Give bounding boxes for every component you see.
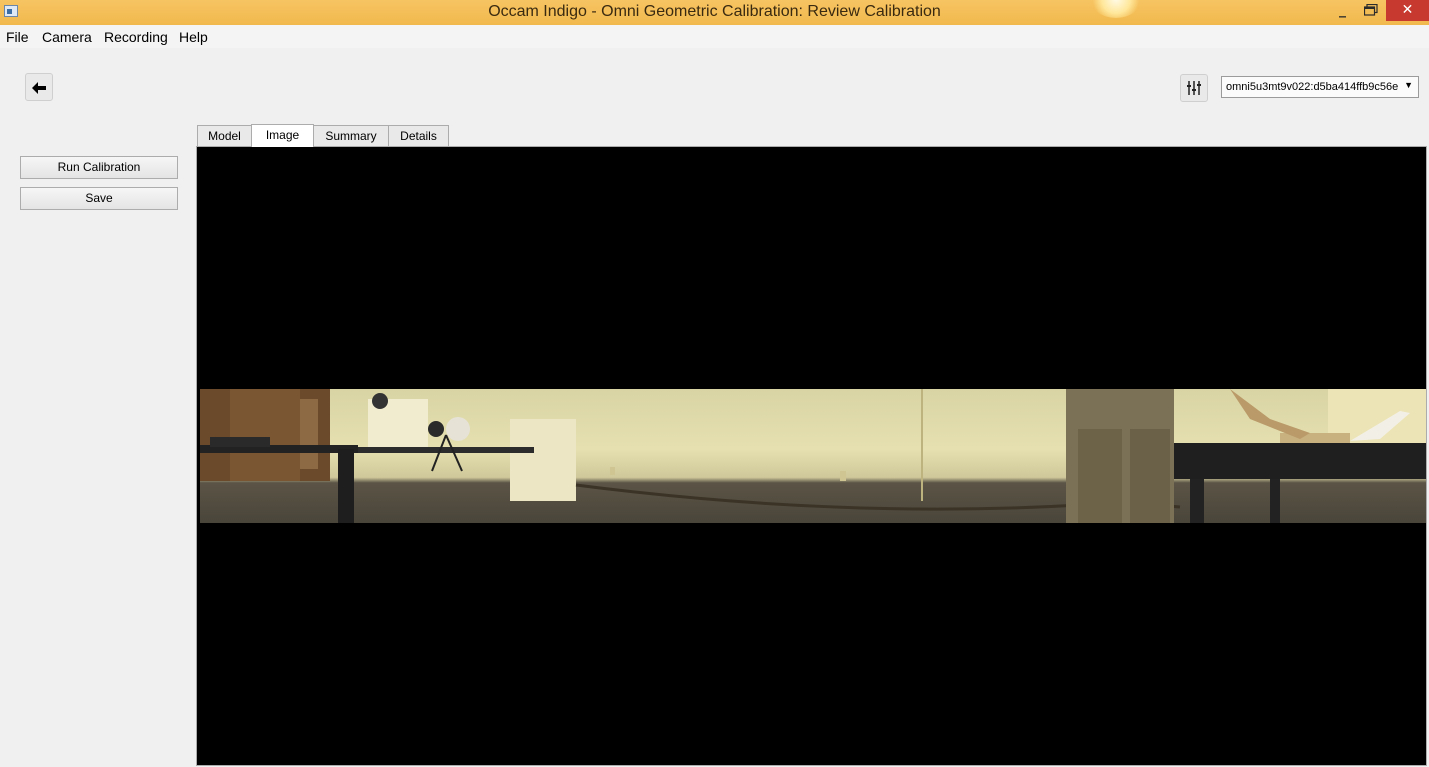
device-select[interactable]: omni5u3mt9v022:d5ba414ffb9c56e ▼ xyxy=(1221,76,1419,98)
panorama-image xyxy=(200,389,1426,523)
run-calibration-button[interactable]: Run Calibration xyxy=(20,156,178,179)
arrow-left-icon xyxy=(32,79,46,98)
sliders-icon xyxy=(1187,81,1201,95)
menu-help[interactable]: Help xyxy=(179,29,208,45)
title-bar: Occam Indigo - Omni Geometric Calibratio… xyxy=(0,0,1429,25)
maximize-icon[interactable] xyxy=(1357,0,1384,21)
menu-recording[interactable]: Recording xyxy=(104,29,168,45)
back-button[interactable] xyxy=(25,73,53,101)
chevron-down-icon: ▼ xyxy=(1404,80,1413,90)
tab-model[interactable]: Model xyxy=(197,125,252,146)
menu-file[interactable]: File xyxy=(6,29,29,45)
device-select-value: omni5u3mt9v022:d5ba414ffb9c56e xyxy=(1226,81,1399,93)
tab-image[interactable]: Image xyxy=(251,124,314,147)
menu-bar: File Camera Recording Help xyxy=(0,25,1429,48)
minimize-icon[interactable]: _ xyxy=(1330,0,1355,21)
close-icon[interactable]: ✕ xyxy=(1386,0,1429,21)
image-viewport[interactable] xyxy=(196,146,1427,766)
save-button[interactable]: Save xyxy=(20,187,178,210)
window-title: Occam Indigo - Omni Geometric Calibratio… xyxy=(488,3,941,20)
tab-summary[interactable]: Summary xyxy=(313,125,389,146)
settings-button[interactable] xyxy=(1180,74,1208,102)
panorama-scene xyxy=(200,389,1426,523)
menu-camera[interactable]: Camera xyxy=(42,29,92,45)
tab-details[interactable]: Details xyxy=(388,125,449,146)
